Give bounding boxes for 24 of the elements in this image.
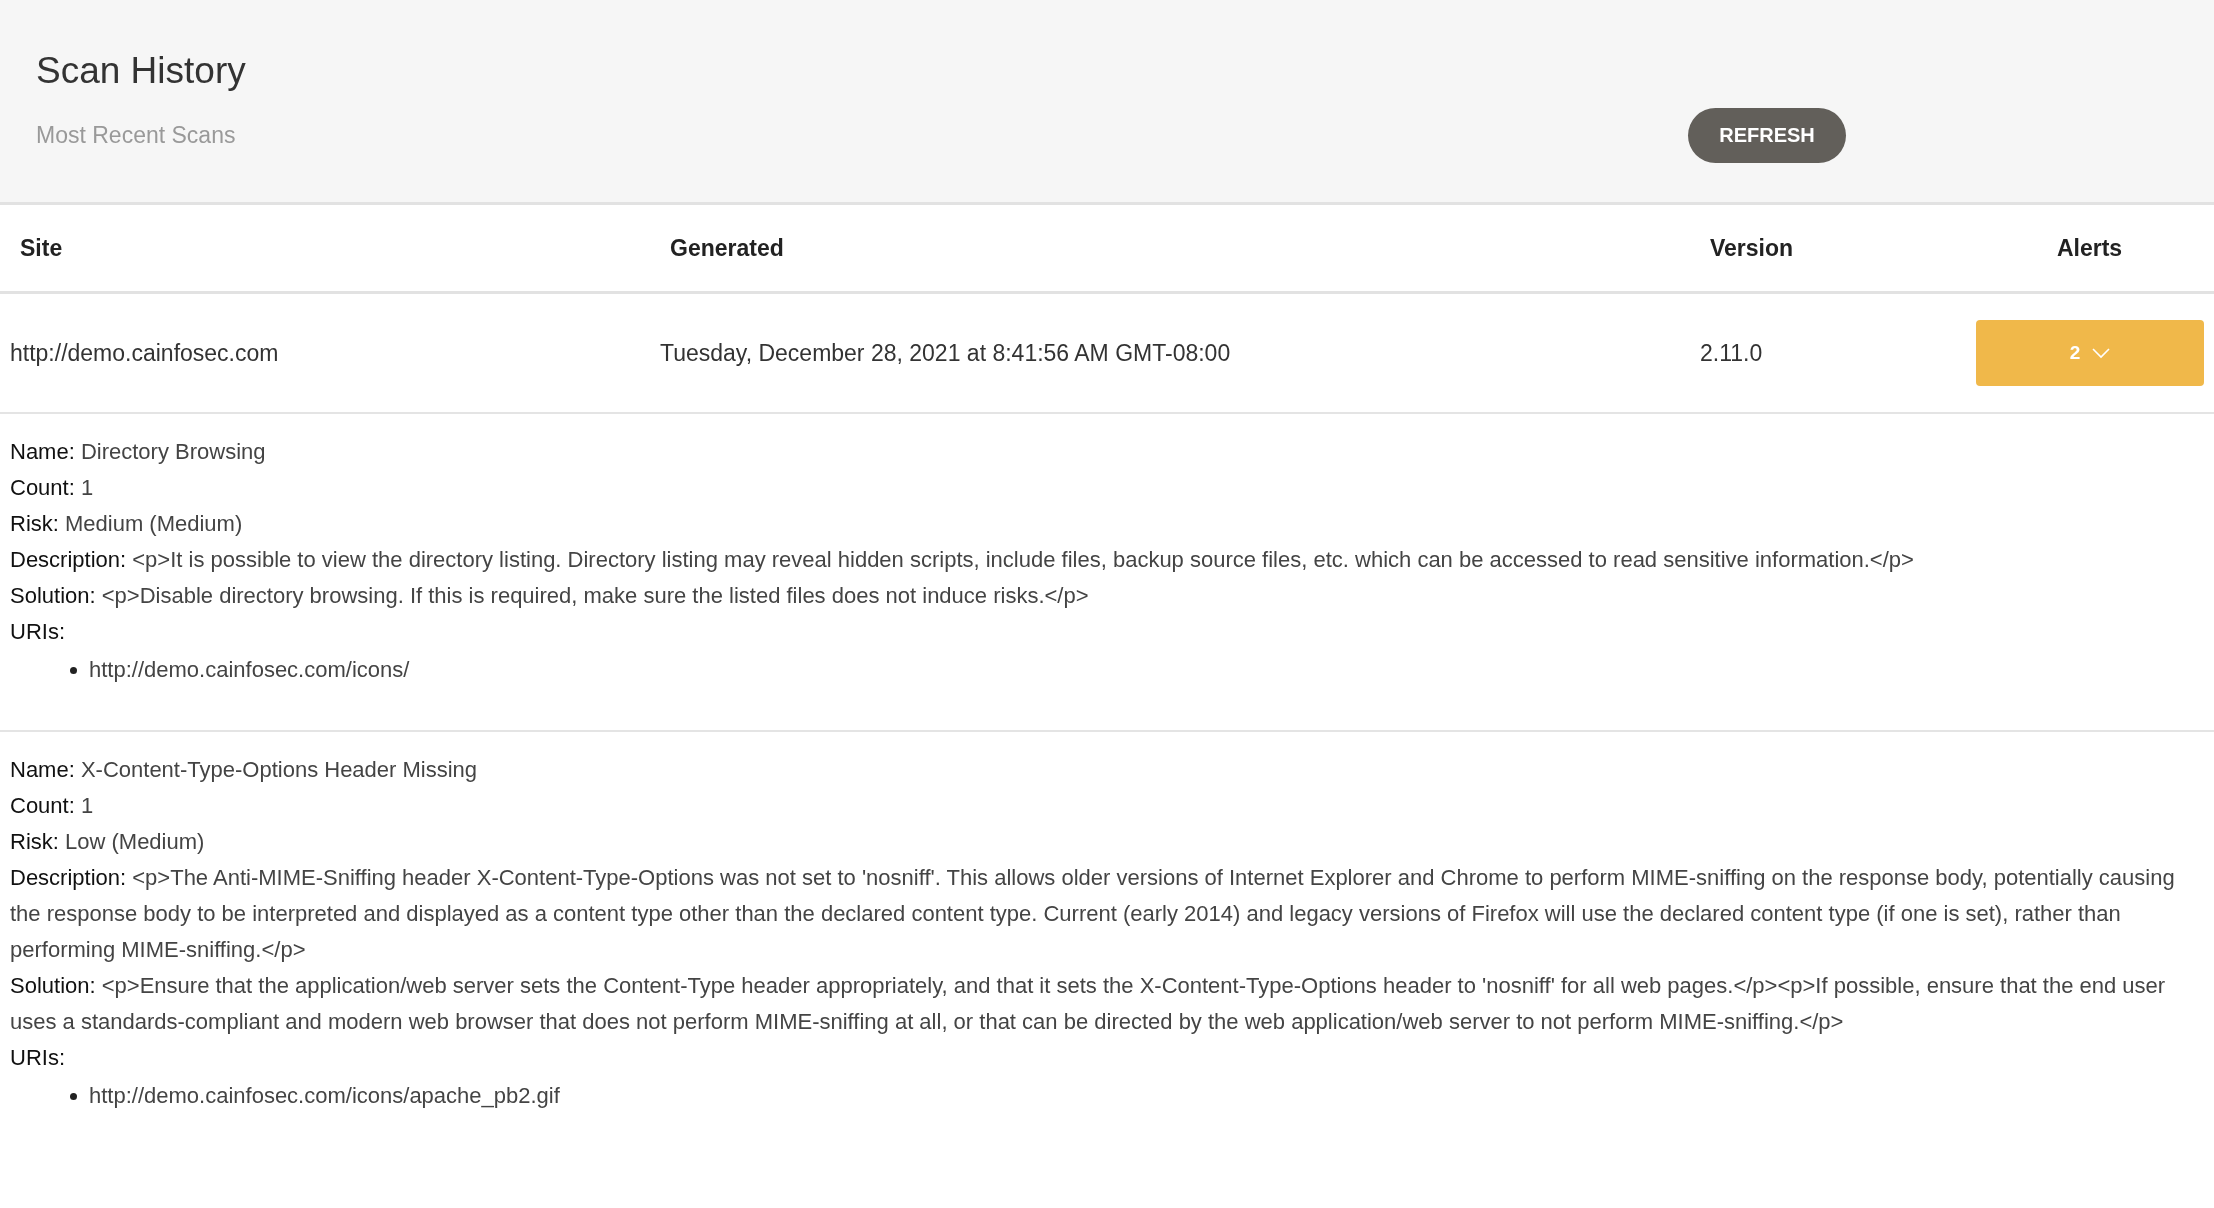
page-title: Scan History <box>36 50 247 92</box>
table-cell: http://demo.cainfosec.com <box>10 339 279 366</box>
alert-detail-text: Solution: <p>Ensure that the application/web server sets the Content-Type header appropriately, and that it sets the X-Content-Type-Options header to 'nosniff' for all web pages.</p><p>If possible, ensure that the end user uses a standards-compliant and modern web browser that does not perform MIME-sniffing at all, or that can be directed by the web application/web server to not perform MIME-sniffing.</p> <box>10 972 2167 1036</box>
uris-label: URIs: <box>10 618 66 646</box>
alert-detail-text: Name: X-Content-Type-Options Header Missing <box>10 756 479 784</box>
alert-detail-text: Solution: <p>Disable directory browsing. If this is required, make sure the listed files does not induce risks.</p> <box>10 582 1090 610</box>
alert-detail-text: Description: <p>The Anti-MIME-Sniffing header X-Content-Type-Options was not set to 'nosniff'. This allows older versions of Internet Explorer and Chrome to perform MIME-sniffing on the response body, potentially causing the response body to be interpreted and displayed as a content type other than the declared content type. Current (early 2014) and legacy versions of Firefox will use the declared content type (if one is set), rather than performing MIME-sniffing.</p> <box>10 864 2176 964</box>
alert-detail-text: Name: Directory Browsing <box>10 438 267 466</box>
page-subtitle: Most Recent Scans <box>36 122 237 149</box>
uri-text: http://demo.cainfosec.com/icons/apache_pb2.gif <box>89 1082 560 1110</box>
alert-detail-text: Risk: Medium (Medium) <box>10 510 244 538</box>
alert-detail-text: Count: 1 <box>10 474 95 502</box>
uris-label: URIs: <box>10 1044 66 1072</box>
alert-detail-text: Description: <p>It is possible to view the directory listing. Directory listing may reveal hidden scripts, include files, backup source files, etc. which can be accessed to read sensitive information.</p> <box>10 546 1915 574</box>
column-header: Site <box>20 234 63 261</box>
alert-detail-text: Risk: Low (Medium) <box>10 828 206 856</box>
table-cell: 2.11.0 <box>1700 339 1763 366</box>
column-header: Alerts <box>2056 234 2123 261</box>
alert-detail-text: Count: 1 <box>10 792 95 820</box>
column-header: Generated <box>670 234 784 261</box>
refresh-button[interactable]: REFRESH <box>1688 108 1846 163</box>
uri-text: http://demo.cainfosec.com/icons/ <box>89 656 410 684</box>
table-cell: Tuesday, December 28, 2021 at 8:41:56 AM GMT-08:00 <box>660 339 1231 366</box>
column-header: Version <box>1710 234 1794 261</box>
